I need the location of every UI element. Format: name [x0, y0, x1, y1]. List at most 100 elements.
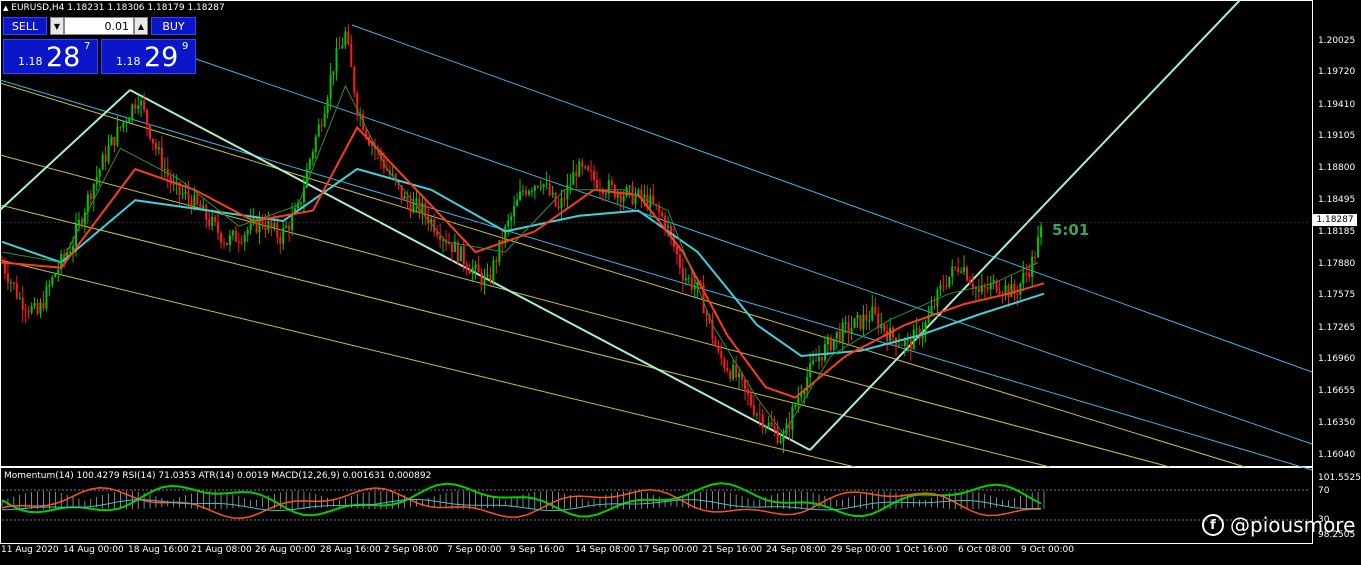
candle-body: [883, 323, 886, 331]
candle-body: [551, 192, 554, 195]
candle-body: [862, 314, 865, 329]
candle-body: [54, 273, 57, 277]
candle-body: [1019, 283, 1022, 295]
candle-body: [773, 426, 776, 429]
candle-body: [208, 219, 211, 226]
candle-body: [519, 191, 522, 201]
candle-body: [45, 286, 48, 309]
candle-body: [516, 200, 519, 206]
candle-body: [681, 268, 684, 281]
channel-line: [169, 49, 1313, 445]
candle-body: [317, 124, 320, 137]
candle-body: [998, 291, 1001, 294]
menu-triangle-icon[interactable]: ▲: [3, 4, 8, 12]
time-tick-label: 14 Sep 08:00: [575, 545, 636, 555]
candle-body: [906, 339, 909, 341]
watermark: f @piousmore: [1202, 513, 1355, 537]
candle-body: [942, 285, 945, 287]
candle-body: [587, 166, 590, 171]
candle-body: [513, 205, 516, 217]
candle-body: [77, 219, 80, 225]
candle-body: [447, 243, 450, 245]
indicator-subwindow: [1, 482, 1310, 521]
lot-increase-icon[interactable]: ▲: [134, 17, 148, 35]
candle-body: [483, 275, 486, 286]
candle-body: [705, 313, 708, 316]
price-tick-label: 1.16655: [1318, 385, 1356, 396]
time-tick-label: 2 Sep 08:00: [384, 545, 439, 555]
sell-button[interactable]: SELL: [3, 17, 47, 35]
time-tick-label: 14 Aug 00:00: [63, 545, 124, 555]
candle-body: [131, 104, 134, 119]
candle-body: [939, 285, 942, 290]
candle-body: [42, 302, 45, 309]
candle-body: [815, 360, 818, 362]
price-tick-label: 1.18800: [1318, 163, 1356, 174]
lot-size-input[interactable]: [64, 17, 134, 35]
buy-price-button[interactable]: 1.18 29 9: [101, 39, 196, 74]
candle-body: [622, 195, 625, 202]
candle-body: [604, 193, 607, 195]
candle-body: [450, 243, 453, 253]
channel-line: [0, 259, 856, 468]
candle-body: [1007, 285, 1010, 298]
candle-body: [930, 305, 933, 315]
time-tick-label: 6 Oct 08:00: [958, 545, 1011, 555]
candle-body: [569, 184, 572, 186]
candle-body: [782, 434, 785, 442]
candle-body: [948, 276, 951, 287]
watermark-text: @piousmore: [1230, 513, 1356, 537]
candle-body: [723, 358, 726, 368]
candle-body: [205, 205, 208, 220]
candle-body: [566, 185, 569, 200]
candle-body: [33, 302, 36, 307]
candle-body: [217, 221, 220, 233]
candle-body: [308, 159, 311, 170]
channel-line: [809, 0, 1241, 451]
price-tick-label: 1.20025: [1318, 35, 1356, 46]
candle-body: [924, 322, 927, 333]
candle-body: [770, 422, 773, 427]
candle-body: [184, 192, 187, 194]
rsi-line: [1, 482, 1042, 518]
candle-body: [406, 195, 409, 202]
channel-line: [351, 24, 1313, 373]
candle-body: [897, 345, 900, 347]
chart-window[interactable]: ▲ EURUSD,H4 1.18231 1.18306 1.18179 1.18…: [0, 0, 1361, 565]
candle-body: [628, 186, 631, 188]
lot-decrease-icon[interactable]: ▼: [50, 17, 64, 35]
buy-price-pips: 29: [144, 42, 179, 73]
candle-body: [134, 104, 137, 109]
candle-body: [264, 225, 267, 230]
candle-body: [933, 305, 936, 307]
candle-body: [462, 246, 465, 265]
candle-body: [820, 356, 823, 361]
candle-body: [456, 241, 459, 262]
moving-averages: [1, 84, 1310, 435]
time-tick-label: 21 Aug 08:00: [191, 545, 252, 555]
candle-body: [1031, 256, 1034, 277]
candle-body: [578, 161, 581, 177]
candle-body: [211, 216, 214, 226]
sell-price-prefix: 1.18: [18, 55, 43, 68]
candle-body: [675, 246, 678, 255]
candle-body: [687, 277, 690, 279]
time-tick-label: 11 Aug 2020: [1, 545, 59, 555]
candle-body: [522, 190, 524, 192]
indicator-tick-label: 101.5525: [1318, 473, 1361, 483]
candle-body: [690, 277, 693, 290]
candle-body: [912, 329, 915, 350]
sell-price-button[interactable]: 1.18 28 7: [3, 39, 98, 74]
candle-body: [755, 414, 758, 416]
candle-body: [137, 105, 140, 109]
candle-body: [752, 405, 755, 416]
channel-lines: [0, 0, 1313, 471]
candle-body: [936, 289, 939, 307]
channel-line: [0, 89, 131, 211]
candle-body: [877, 313, 880, 329]
candle-body: [116, 126, 119, 146]
buy-price-prefix: 1.18: [116, 55, 141, 68]
buy-button[interactable]: BUY: [151, 17, 196, 35]
candle-body: [533, 185, 536, 191]
candle-body: [542, 184, 545, 187]
